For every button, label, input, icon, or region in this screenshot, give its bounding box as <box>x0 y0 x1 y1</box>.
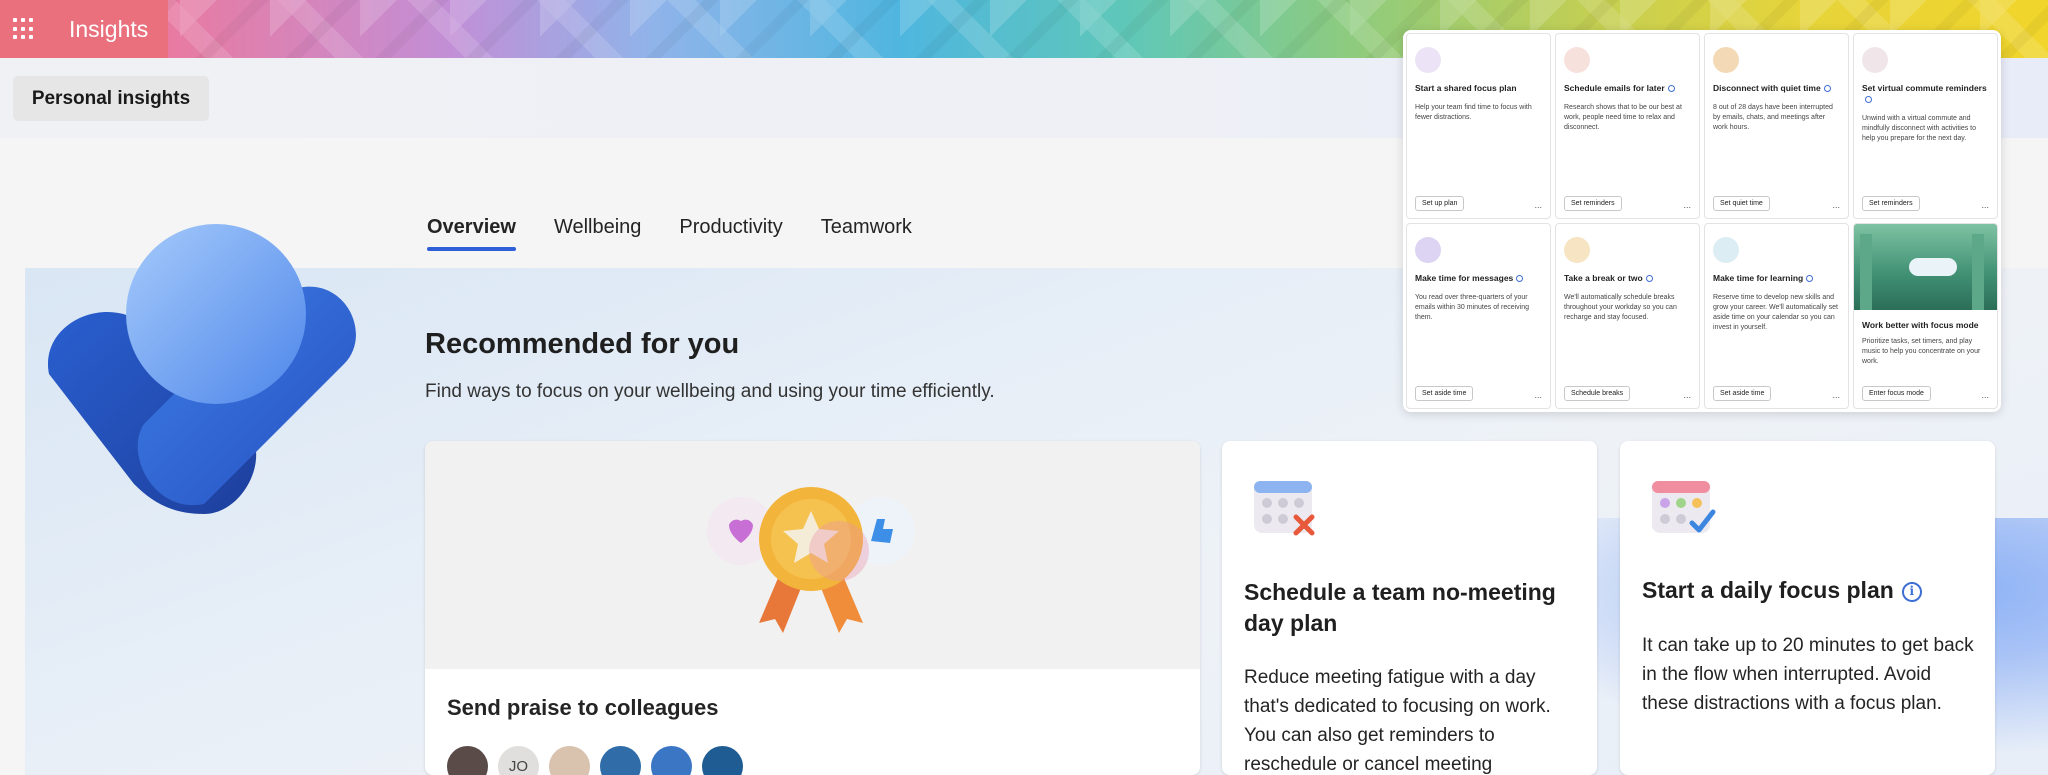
send-praise-card[interactable]: Send praise to colleagues JO <box>425 441 1200 775</box>
focus-mode-image <box>1854 224 1997 310</box>
mini-card-virtual-commute[interactable]: Set virtual commute reminders Unwind wit… <box>1853 33 1998 219</box>
mini-card-time-for-messages[interactable]: Make time for messages You read over thr… <box>1406 223 1551 409</box>
avatar[interactable]: JO <box>498 746 539 775</box>
more-options-icon[interactable]: ... <box>1832 390 1840 400</box>
info-icon[interactable] <box>1823 85 1831 93</box>
app-tile: Insights <box>0 0 168 58</box>
info-icon[interactable] <box>1806 275 1814 283</box>
app-launcher-icon[interactable] <box>13 18 35 40</box>
mini-card-time-for-learning[interactable]: Make time for learning Reserve time to d… <box>1704 223 1849 409</box>
info-icon[interactable] <box>1516 275 1524 283</box>
tab-teamwork[interactable]: Teamwork <box>821 210 912 251</box>
daily-focus-plan-card[interactable]: Start a daily focus plan i It can take up… <box>1620 441 1995 775</box>
no-meeting-day-card[interactable]: Schedule a team no-meeting day plan Redu… <box>1222 441 1597 775</box>
set-up-plan-button[interactable]: Set up plan <box>1415 196 1465 211</box>
info-icon[interactable] <box>1667 85 1675 93</box>
app-title: Insights <box>69 15 149 42</box>
mini-card-quiet-time[interactable]: Disconnect with quiet time 8 out of 28 d… <box>1704 33 1849 219</box>
praise-hero-image <box>425 441 1200 669</box>
focus-plan-card-title: Start a daily focus plan i <box>1642 575 1972 606</box>
avatar[interactable] <box>600 746 641 775</box>
recommended-subtitle: Find ways to focus on your wellbeing and… <box>425 381 995 402</box>
no-meeting-card-title: Schedule a team no-meeting day plan <box>1244 579 1556 636</box>
chat-bubbles-icon <box>1415 237 1441 263</box>
set-quiet-time-button[interactable]: Set quiet time <box>1713 196 1770 211</box>
mini-card-take-a-break[interactable]: Take a break or two We'll automatically … <box>1555 223 1700 409</box>
mini-card-shared-focus-plan[interactable]: Start a shared focus plan Help your team… <box>1406 33 1551 219</box>
info-icon[interactable] <box>1645 275 1653 283</box>
more-options-icon[interactable]: ... <box>1981 200 1989 210</box>
set-aside-time-button[interactable]: Set aside time <box>1713 386 1772 401</box>
tab-wellbeing[interactable]: Wellbeing <box>554 210 641 251</box>
more-options-icon[interactable]: ... <box>1832 200 1840 210</box>
info-icon[interactable]: i <box>1901 581 1922 602</box>
set-reminders-button[interactable]: Set reminders <box>1862 196 1920 211</box>
avatar[interactable] <box>651 746 692 775</box>
avatar-list: JO <box>447 746 743 775</box>
shared-plan-icon <box>1415 47 1441 73</box>
more-options-icon[interactable]: ... <box>1683 390 1691 400</box>
set-reminders-button[interactable]: Set reminders <box>1564 196 1622 211</box>
envelope-icon <box>1564 47 1590 73</box>
praise-card-title: Send praise to colleagues <box>447 695 719 720</box>
viva-insights-logo-icon <box>47 224 356 514</box>
info-icon[interactable] <box>1865 96 1872 104</box>
more-options-icon[interactable]: ... <box>1534 390 1542 400</box>
more-options-icon[interactable]: ... <box>1534 200 1542 210</box>
mini-card-schedule-emails[interactable]: Schedule emails for later Research shows… <box>1555 33 1700 219</box>
recommended-title: Recommended for you <box>425 328 740 360</box>
focus-plan-card-description: It can take up to 20 minutes to get back… <box>1642 635 1974 714</box>
avatar[interactable] <box>549 746 590 775</box>
mini-card-focus-mode[interactable]: Work better with focus mode Prioritize t… <box>1853 223 1998 409</box>
schedule-breaks-button[interactable]: Schedule breaks <box>1564 386 1631 401</box>
tab-productivity[interactable]: Productivity <box>679 210 782 251</box>
calendar-cancel-icon <box>1254 481 1315 536</box>
recommendation-grid-popup: Start a shared focus plan Help your team… <box>1403 30 2001 412</box>
commute-icon <box>1862 47 1888 73</box>
learning-pencil-icon <box>1713 237 1739 263</box>
more-options-icon[interactable]: ... <box>1683 200 1691 210</box>
sun-break-icon <box>1564 237 1590 263</box>
avatar[interactable] <box>702 746 743 775</box>
tab-overview[interactable]: Overview <box>427 210 516 251</box>
avatar[interactable] <box>447 746 488 775</box>
moon-icon <box>1713 47 1739 73</box>
personal-insights-button[interactable]: Personal insights <box>13 76 209 121</box>
no-meeting-card-description: Reduce meeting fatigue with a day that's… <box>1244 667 1551 775</box>
calendar-check-icon <box>1652 481 1716 533</box>
set-aside-time-button[interactable]: Set aside time <box>1415 386 1474 401</box>
more-options-icon[interactable]: ... <box>1981 390 1989 400</box>
tab-bar: Overview Wellbeing Productivity Teamwork <box>427 210 950 251</box>
enter-focus-mode-button[interactable]: Enter focus mode <box>1862 386 1931 401</box>
